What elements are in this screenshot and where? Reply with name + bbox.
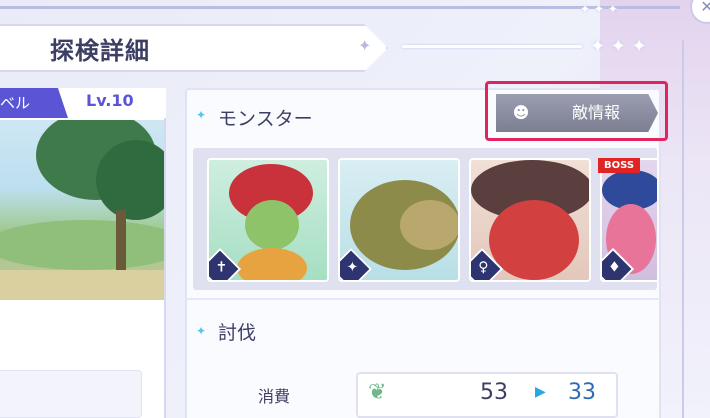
- monster-list: ✝ ✦ ♀ ♦: [193, 148, 657, 290]
- header-sparkle-icon: ✦: [358, 36, 372, 55]
- boss-badge: BOSS: [598, 158, 640, 173]
- section-divider: [185, 298, 661, 300]
- role-icon: ♀: [478, 259, 489, 276]
- monsters-title: モンスター: [218, 108, 313, 130]
- sparkle-icon: ✦ ✦ ✦: [580, 2, 618, 16]
- stage-scene-image: [0, 120, 164, 300]
- section-star-icon: ✦: [196, 108, 207, 122]
- level-label: ベル: [0, 88, 68, 118]
- stamina-item-icon: ❦: [368, 380, 387, 405]
- arrow-right-icon: ▶: [535, 384, 546, 400]
- sparkle-icon: ✦ ✦ ✦: [590, 36, 647, 57]
- monster-card-boss[interactable]: ♦: [600, 158, 657, 282]
- role-icon: ✦: [346, 259, 359, 276]
- level-value: Lv.10: [86, 91, 134, 110]
- monster-card-flower[interactable]: ✝: [207, 158, 329, 282]
- cost-from-value: 53: [480, 380, 508, 405]
- monster-card-ogre[interactable]: ♀: [469, 158, 591, 282]
- goblin-icon: ☻: [512, 103, 530, 122]
- monster-card-wolf[interactable]: ✦: [338, 158, 460, 282]
- cost-to-value: 33: [568, 380, 596, 405]
- top-border-line: [0, 6, 680, 9]
- cost-label: 消費: [258, 387, 291, 406]
- role-icon: ♦: [608, 259, 621, 276]
- section-star-icon: ✦: [196, 324, 207, 338]
- stage-info-box: [0, 370, 142, 418]
- header-divider: [402, 45, 582, 48]
- subjugation-title: 討伐: [218, 322, 257, 344]
- role-icon: ✝: [215, 259, 228, 276]
- right-border-line: [682, 40, 684, 418]
- page-title: 探検詳細: [50, 37, 150, 65]
